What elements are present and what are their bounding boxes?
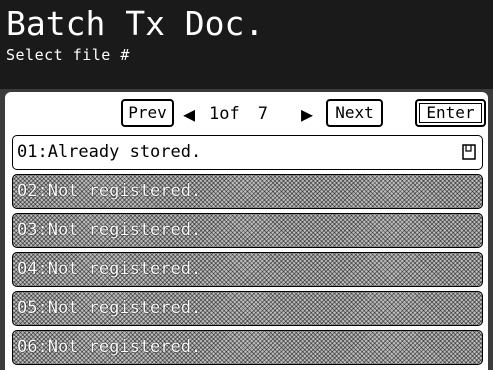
- screen-title: Batch Tx Doc.: [6, 4, 265, 43]
- file-item-04[interactable]: 04:Not registered.: [12, 252, 483, 287]
- left-arrow-icon: ◀: [183, 102, 196, 126]
- file-item-label: 06:Not registered.: [17, 337, 202, 357]
- enter-button[interactable]: Enter: [415, 99, 486, 127]
- file-list-frame: Prev ◀ 1of 7 ▶ Next Enter 01:Already stor…: [5, 92, 488, 370]
- total-pages: 7: [257, 104, 268, 124]
- file-item-label: 04:Not registered.: [17, 259, 202, 279]
- file-list: 01:Already stored. 02:Not registered. 03…: [12, 135, 483, 369]
- current-page: 1of: [209, 104, 240, 124]
- file-item-label: 01:Already stored.: [17, 142, 202, 162]
- content-panel: Prev ◀ 1of 7 ▶ Next Enter 01:Already stor…: [0, 89, 493, 370]
- right-arrow-icon: ▶: [301, 102, 314, 126]
- file-item-05[interactable]: 05:Not registered.: [12, 291, 483, 326]
- header-bar: Batch Tx Doc. Select file #: [0, 0, 493, 89]
- file-item-label: 02:Not registered.: [17, 181, 202, 201]
- file-item-label: 05:Not registered.: [17, 298, 202, 318]
- document-icon: [462, 144, 476, 160]
- page-indicator: 1of 7: [209, 103, 268, 125]
- page-navigation: Prev ◀ 1of 7 ▶ Next Enter: [5, 92, 488, 132]
- file-item-01[interactable]: 01:Already stored.: [12, 135, 483, 170]
- file-item-06[interactable]: 06:Not registered.: [12, 330, 483, 365]
- file-item-label: 03:Not registered.: [17, 220, 202, 240]
- file-item-03[interactable]: 03:Not registered.: [12, 213, 483, 248]
- next-button[interactable]: Next: [326, 99, 383, 127]
- screen-subtitle: Select file #: [6, 46, 130, 64]
- prev-button[interactable]: Prev: [121, 99, 174, 127]
- file-item-02[interactable]: 02:Not registered.: [12, 174, 483, 209]
